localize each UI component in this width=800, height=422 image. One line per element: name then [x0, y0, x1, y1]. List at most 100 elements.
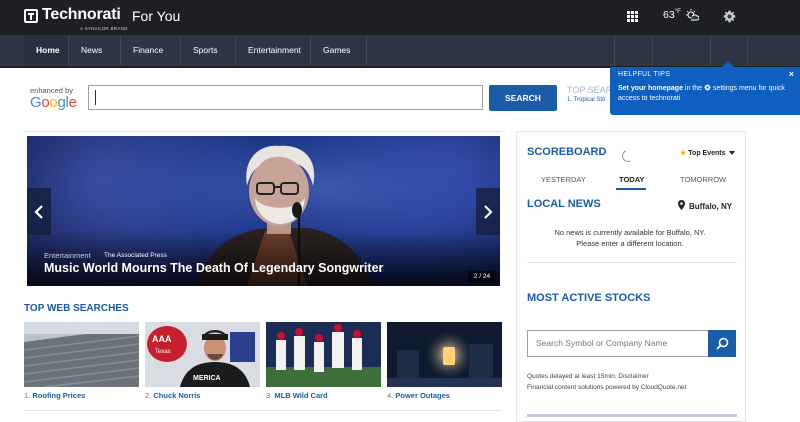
- divider: [24, 410, 502, 411]
- stock-search-input[interactable]: Search Symbol or Company Name: [527, 330, 709, 357]
- technorati-logo[interactable]: Technorati A SYNACOR BRAND: [24, 6, 127, 31]
- power-outages-image: [387, 322, 502, 387]
- search-tile-mlb[interactable]: [266, 322, 381, 387]
- temperature-value: 63: [663, 9, 675, 21]
- top-searches-label: TOP SEAR: [567, 85, 613, 95]
- stock-search-button[interactable]: [708, 330, 736, 357]
- search-tile-power-outages[interactable]: [387, 322, 502, 387]
- chevron-left-icon: [34, 205, 43, 219]
- location-selector[interactable]: Buffalo, NY: [689, 202, 732, 211]
- mlb-wild-card-image: [266, 322, 381, 387]
- star-icon: ★: [680, 150, 687, 157]
- nav-games-label: Games: [323, 45, 351, 55]
- scoreboard-title: SCOREBOARD: [527, 146, 607, 158]
- nav-games[interactable]: Games: [311, 35, 367, 84]
- tile-text: Power Outages: [395, 391, 450, 400]
- nav-news-label: News: [81, 45, 103, 55]
- gear-icon: [723, 10, 736, 23]
- svg-text:MERICA: MERICA: [193, 375, 221, 382]
- nav-news[interactable]: News: [69, 35, 121, 84]
- chevron-right-icon: [484, 205, 493, 219]
- no-news-message: No news is currently available for Buffa…: [530, 227, 730, 249]
- svg-text:Texas: Texas: [155, 349, 171, 355]
- search-tile-label-4[interactable]: 4. Power Outages: [387, 391, 450, 400]
- top-events-dropdown[interactable]: ★ Top Events: [680, 149, 735, 157]
- apps-button[interactable]: [614, 35, 652, 66]
- nav-home-label: Home: [36, 45, 60, 55]
- nav-finance-label: Finance: [133, 45, 164, 55]
- search-input[interactable]: [88, 85, 483, 110]
- carousel-next-button[interactable]: [476, 188, 500, 235]
- google-logo: Google: [30, 94, 77, 111]
- search-tile-label-2[interactable]: 2. Chuck Norris: [145, 391, 200, 400]
- helpful-tips-popup: HELPFUL TIPS Set your homepage in the se…: [610, 61, 800, 115]
- nav-sports-label: Sports: [193, 45, 218, 55]
- carousel-prev-button[interactable]: [27, 188, 51, 235]
- nav-entertainment[interactable]: Entertainment: [236, 35, 311, 66]
- search-tile-label-3[interactable]: 3. MLB Wild Card: [266, 391, 328, 400]
- search-tile-label-1[interactable]: 1. Roofing Prices: [24, 391, 85, 400]
- tips-title: HELPFUL TIPS: [618, 71, 671, 78]
- close-icon[interactable]: ×: [789, 69, 794, 79]
- search-button[interactable]: SEARCH: [489, 85, 557, 111]
- search-tile-roofing[interactable]: [24, 322, 139, 387]
- no-news-line2: Please enter a different location.: [576, 239, 684, 248]
- disclaimer-line2[interactable]: Financial content solutions powered by C…: [527, 382, 686, 393]
- hero-source: The Associated Press: [104, 252, 167, 259]
- temperature: 63°F: [663, 9, 681, 21]
- chuck-norris-image: AAA Texas MERICA: [145, 322, 260, 387]
- tips-text: Set your homepage in the settings menu f…: [618, 84, 792, 104]
- nav-sports[interactable]: Sports: [181, 35, 236, 84]
- logo-text: Technorati: [42, 6, 121, 23]
- logo-subtitle: A SYNACOR BRAND: [80, 26, 128, 31]
- top-web-searches-title: TOP WEB SEARCHES: [24, 303, 129, 314]
- svg-text:AAA: AAA: [152, 334, 172, 344]
- divider: [24, 131, 502, 132]
- chevron-down-icon: [728, 151, 735, 156]
- top-search-link[interactable]: 1. Tropical Sto: [567, 97, 605, 103]
- weather-button[interactable]: [652, 35, 710, 66]
- local-news-title: LOCAL NEWS: [527, 198, 601, 210]
- temperature-unit: °F: [674, 9, 681, 15]
- hero-carousel[interactable]: Entertainment The Associated Press Music…: [27, 136, 500, 286]
- tile-number: 2.: [145, 391, 152, 400]
- disclaimer-line1[interactable]: Quotes delayed at least 15min. Disclaime…: [527, 371, 686, 382]
- divider: [527, 262, 737, 263]
- stock-disclaimer: Quotes delayed at least 15min. Disclaime…: [527, 371, 686, 393]
- search-tile-chuck-norris[interactable]: AAA Texas MERICA: [145, 322, 260, 387]
- tips-bold-text: Set your homepage: [618, 85, 683, 92]
- partly-cloudy-icon: [686, 9, 699, 21]
- tile-text: Chuck Norris: [153, 391, 201, 400]
- technorati-logo-icon: [24, 9, 38, 23]
- tips-text-part1: in the: [682, 85, 704, 92]
- nav-finance[interactable]: Finance: [121, 35, 181, 84]
- panel-bottom-bar: [527, 414, 737, 417]
- hero-category[interactable]: Entertainment: [44, 251, 91, 260]
- chevron-down-icon: [84, 80, 90, 84]
- active-tab-indicator: [616, 188, 646, 190]
- tile-number: 4.: [387, 391, 394, 400]
- chevron-down-icon: [196, 80, 202, 84]
- most-active-stocks-title: MOST ACTIVE STOCKS: [527, 292, 651, 304]
- tab-tomorrow[interactable]: TOMORROW: [680, 175, 726, 184]
- roofing-image: [24, 322, 139, 387]
- tile-text: Roofing Prices: [32, 391, 86, 400]
- chevron-down-icon: [326, 80, 332, 84]
- grid-icon: [627, 11, 638, 22]
- hero-caption-overlay: [27, 231, 500, 286]
- tab-yesterday[interactable]: YESTERDAY: [541, 175, 586, 184]
- no-news-line1: No news is currently available for Buffa…: [554, 228, 706, 237]
- tile-text: MLB Wild Card: [274, 391, 328, 400]
- chevron-down-icon: [136, 80, 142, 84]
- tile-number: 3.: [266, 391, 273, 400]
- section-title: For You: [132, 8, 181, 24]
- location-pin-icon: [678, 200, 685, 210]
- text-cursor: [95, 90, 96, 105]
- tile-number: 1.: [24, 391, 31, 400]
- nav-home[interactable]: Home: [24, 35, 69, 66]
- search-icon: [716, 337, 729, 350]
- main-nav: Home News Finance Sports Entertainment G…: [0, 35, 800, 84]
- gear-icon: [704, 84, 711, 91]
- hero-title[interactable]: Music World Mourns The Death Of Legendar…: [44, 261, 383, 275]
- tab-today[interactable]: TODAY: [619, 175, 644, 184]
